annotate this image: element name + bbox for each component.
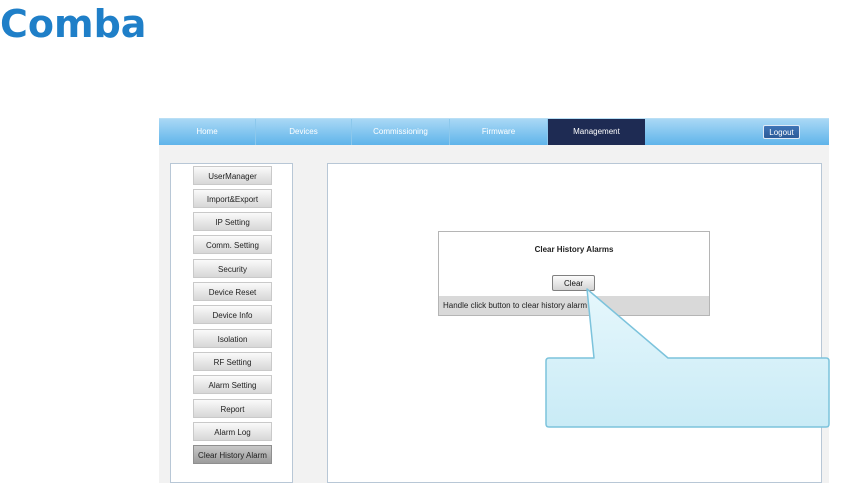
tab-firmware[interactable]: Firmware: [450, 119, 548, 145]
tab-commissioning[interactable]: Commissioning: [352, 119, 450, 145]
tab-devices[interactable]: Devices: [256, 119, 352, 145]
sidebar-item-security[interactable]: Security: [193, 259, 272, 278]
sidebar-item-report[interactable]: Report: [193, 399, 272, 418]
sidebar-item-device-reset[interactable]: Device Reset: [193, 282, 272, 301]
clear-button[interactable]: Clear: [552, 275, 595, 291]
sidebar-item-isolation[interactable]: Isolation: [193, 329, 272, 348]
management-sidebar: UserManager Import&Export IP Setting Com…: [170, 163, 293, 483]
panel-title: Clear History Alarms: [534, 245, 614, 254]
sidebar-item-alarm-setting[interactable]: Alarm Setting: [193, 375, 272, 394]
sidebar-item-usermanager[interactable]: UserManager: [193, 166, 272, 185]
sidebar-item-alarm-log[interactable]: Alarm Log: [193, 422, 272, 441]
tab-home[interactable]: Home: [159, 119, 256, 145]
sidebar-item-clear-history-alarm[interactable]: Clear History Alarm: [193, 445, 272, 464]
clear-history-alarms-panel: Clear History Alarms Clear Handle click …: [438, 231, 710, 316]
tab-management[interactable]: Management: [548, 119, 645, 145]
app-frame: Home Devices Commissioning Firmware Mana…: [159, 118, 829, 483]
main-content-area: Clear History Alarms Clear Handle click …: [327, 163, 822, 483]
logout-button[interactable]: Logout: [763, 125, 800, 139]
sidebar-item-rf-setting[interactable]: RF Setting: [193, 352, 272, 371]
sidebar-item-device-info[interactable]: Device Info: [193, 305, 272, 324]
comba-logo: Comba: [0, 2, 147, 46]
sidebar-item-comm-setting[interactable]: Comm. Setting: [193, 235, 272, 254]
top-nav-bar: Home Devices Commissioning Firmware Mana…: [159, 118, 829, 145]
sidebar-item-import-export[interactable]: Import&Export: [193, 189, 272, 208]
panel-hint-text: Handle click button to clear history ala…: [439, 296, 709, 315]
sidebar-item-ip-setting[interactable]: IP Setting: [193, 212, 272, 231]
